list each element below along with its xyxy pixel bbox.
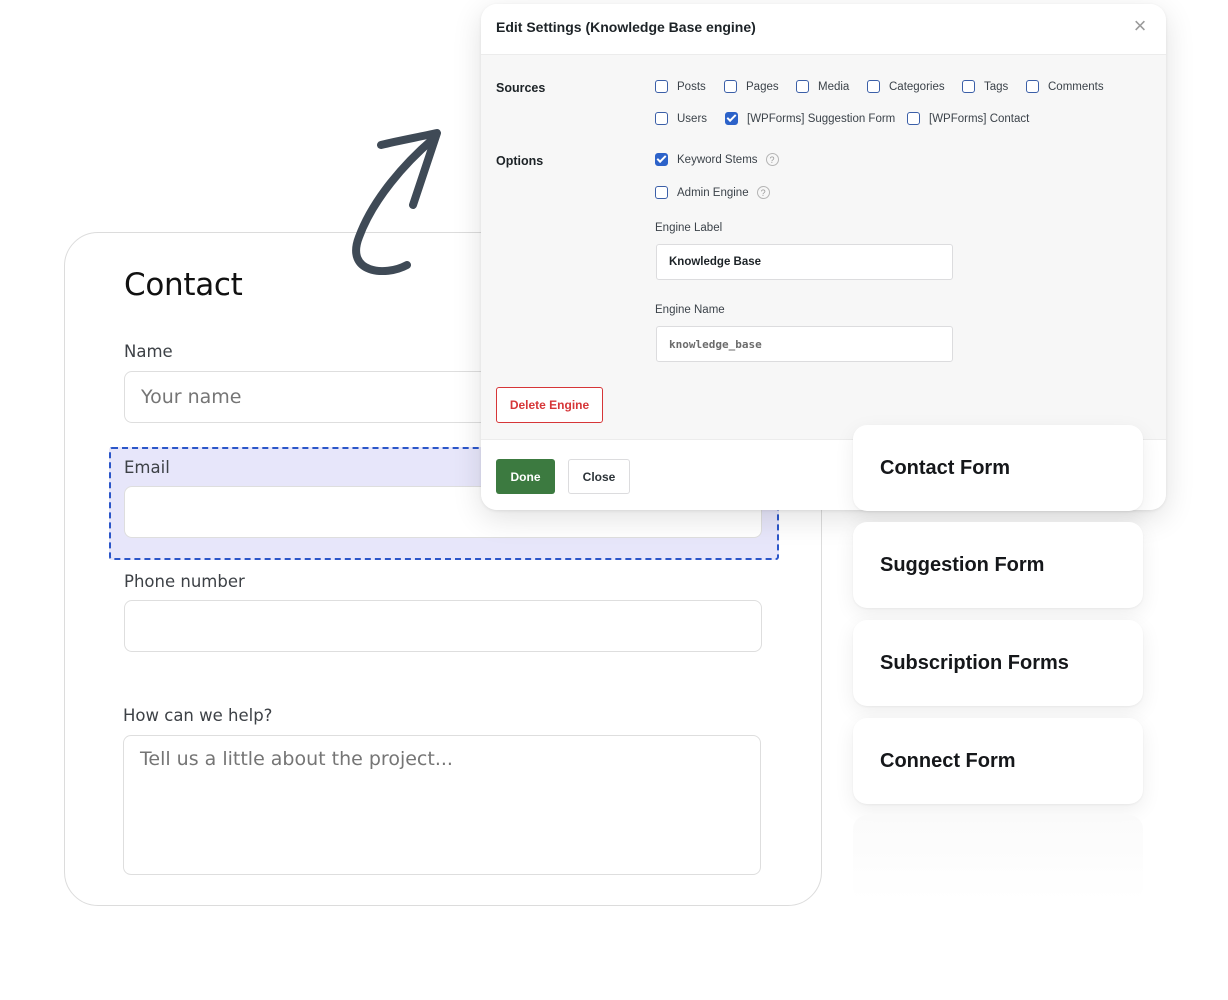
close-button[interactable]: Close bbox=[568, 459, 630, 494]
source-media-checkbox[interactable]: Media bbox=[796, 80, 849, 93]
form-card-connect[interactable]: Connect Form bbox=[853, 718, 1143, 804]
engine-label-input[interactable]: Knowledge Base bbox=[656, 244, 953, 280]
checkbox-box[interactable] bbox=[655, 186, 668, 199]
source-contact-checkbox[interactable]: [WPForms] Contact bbox=[907, 112, 1029, 125]
checkbox-box[interactable] bbox=[867, 80, 880, 93]
checkbox-box[interactable] bbox=[655, 80, 668, 93]
source-pages-checkbox[interactable]: Pages bbox=[724, 80, 779, 93]
question-circle-icon[interactable]: ? bbox=[765, 153, 779, 166]
modal-header: Edit Settings (Knowledge Base engine) × bbox=[481, 4, 1166, 55]
form-card-placeholder bbox=[853, 815, 1143, 901]
source-posts-checkbox[interactable]: Posts bbox=[655, 80, 706, 93]
checkbox-label: Posts bbox=[677, 80, 706, 93]
source-tags-checkbox[interactable]: Tags bbox=[962, 80, 1008, 93]
close-icon[interactable]: × bbox=[1130, 15, 1150, 37]
checkbox-label: Admin Engine bbox=[677, 186, 749, 199]
checkbox-box[interactable] bbox=[724, 80, 737, 93]
form-card-subscription[interactable]: Subscription Forms bbox=[853, 620, 1143, 706]
help-label: How can we help? bbox=[123, 706, 273, 725]
checkbox-box[interactable] bbox=[907, 112, 920, 125]
checkbox-label: Categories bbox=[889, 80, 945, 93]
done-button[interactable]: Done bbox=[496, 459, 555, 494]
modal-body: Sources Posts Pages Media Categories Tag… bbox=[481, 55, 1166, 439]
checkbox-label: Pages bbox=[746, 80, 779, 93]
contact-form-title: Contact bbox=[124, 267, 243, 303]
delete-engine-button[interactable]: Delete Engine bbox=[496, 387, 603, 423]
checkbox-box-checked[interactable] bbox=[655, 153, 668, 166]
checkbox-label: Media bbox=[818, 80, 850, 93]
checkbox-label: Comments bbox=[1048, 80, 1104, 93]
source-users-checkbox[interactable]: Users bbox=[655, 112, 707, 125]
option-keyword-stems-checkbox[interactable]: Keyword Stems ? bbox=[655, 153, 779, 166]
question-circle-icon[interactable]: ? bbox=[756, 186, 770, 199]
checkbox-label: [WPForms] Contact bbox=[929, 112, 1030, 125]
name-label: Name bbox=[124, 342, 173, 361]
checkbox-box-checked[interactable] bbox=[725, 112, 738, 125]
modal-title: Edit Settings (Knowledge Base engine) bbox=[496, 19, 756, 35]
source-categories-checkbox[interactable]: Categories bbox=[867, 80, 945, 93]
help-textarea[interactable] bbox=[123, 735, 761, 875]
checkbox-label: [WPForms] Suggestion Form bbox=[747, 112, 896, 125]
checkbox-label: Keyword Stems bbox=[677, 153, 758, 166]
checkbox-label: Tags bbox=[984, 80, 1009, 93]
curved-arrow-icon bbox=[352, 129, 441, 275]
options-label: Options bbox=[496, 154, 544, 168]
source-suggestion-form-checkbox[interactable]: [WPForms] Suggestion Form bbox=[725, 112, 895, 125]
engine-label-label: Engine Label bbox=[655, 222, 723, 234]
checkbox-box[interactable] bbox=[962, 80, 975, 93]
form-card-contact[interactable]: Contact Form bbox=[853, 425, 1143, 511]
option-admin-engine-checkbox[interactable]: Admin Engine ? bbox=[655, 186, 770, 199]
engine-name-label: Engine Name bbox=[655, 304, 725, 316]
checkbox-box[interactable] bbox=[655, 112, 668, 125]
checkbox-box[interactable] bbox=[1026, 80, 1039, 93]
engine-name-input: knowledge_base bbox=[656, 326, 953, 362]
checkbox-label: Users bbox=[677, 112, 708, 125]
sources-label: Sources bbox=[496, 81, 546, 95]
checkbox-box[interactable] bbox=[796, 80, 809, 93]
email-label: Email bbox=[124, 458, 170, 477]
form-card-suggestion[interactable]: Suggestion Form bbox=[853, 522, 1143, 608]
phone-label: Phone number bbox=[124, 572, 245, 591]
source-comments-checkbox[interactable]: Comments bbox=[1026, 80, 1104, 93]
phone-input[interactable] bbox=[124, 600, 762, 652]
